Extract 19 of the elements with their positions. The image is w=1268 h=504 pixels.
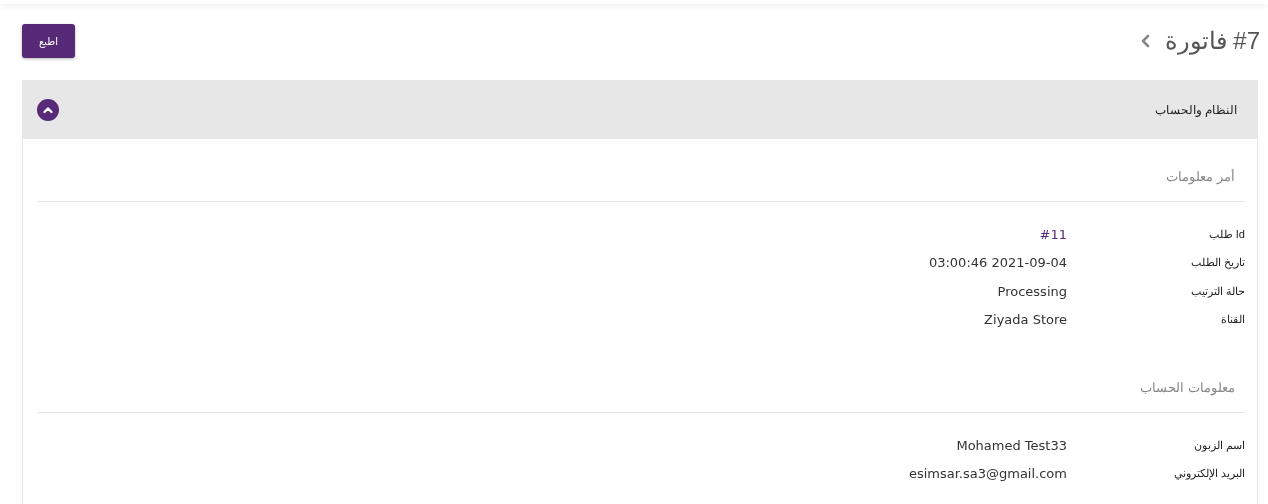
field-value: 03:00:46 2021-09-04 bbox=[928, 255, 1067, 271]
field-label: البريد الإلكتروني bbox=[1172, 467, 1245, 481]
chevron-icon bbox=[1140, 34, 1151, 48]
field-label: حالة الترتيب bbox=[1189, 284, 1245, 298]
field-value: Ziyada Store bbox=[984, 312, 1067, 328]
section-heading: معلومات الحساب bbox=[1139, 379, 1236, 398]
page-title: #7 فاتورة bbox=[1164, 27, 1260, 55]
field-label: القناة bbox=[1220, 313, 1245, 327]
field-label: Id طلب bbox=[1207, 227, 1245, 241]
print-button[interactable]: اطبع bbox=[22, 24, 75, 58]
order-link[interactable]: #11 bbox=[1039, 226, 1067, 242]
field-value: Mohamed Test33 bbox=[956, 437, 1067, 453]
section-heading: أمر معلومات bbox=[1165, 168, 1236, 187]
field-label: اسم الزبون bbox=[1192, 438, 1245, 452]
field-label: تاريخ الطلب bbox=[1189, 256, 1245, 270]
field-value: esimsar.sa3@gmail.com bbox=[908, 466, 1067, 482]
collapse-toggle-icon[interactable] bbox=[37, 99, 59, 121]
field-value: Processing bbox=[997, 283, 1067, 299]
panel-title: النظام والحساب bbox=[1154, 103, 1237, 117]
